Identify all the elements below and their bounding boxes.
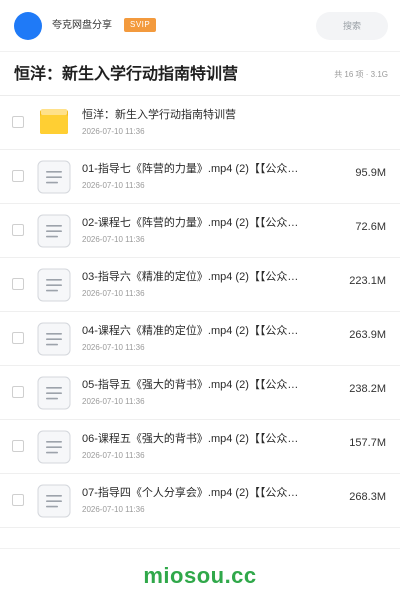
file-row[interactable]: 04-课程六《精准的定位》.mp4 (2)【【公众号：... 2026-07-10… (0, 312, 400, 366)
file-size: 223.1M (349, 275, 386, 287)
file-name[interactable]: 01-指导七《阵营的力量》.mp4 (2)【【公众号：... (82, 161, 308, 177)
watermark: miosou.cc (143, 563, 257, 588)
file-timestamp: 2026-07-10 11:36 (82, 397, 145, 406)
row-checkbox[interactable] (12, 116, 24, 128)
file-name[interactable]: 03-指导六《精准的定位》.mp4 (2)【【公众号：... (82, 269, 308, 285)
file-name[interactable]: 恒洋：新生入学行动指南特训营 (82, 107, 308, 123)
footer-divider (0, 548, 400, 549)
svip-badge: SVIP (124, 18, 157, 32)
share-page: 夸克网盘分享 SVIP 搜索 恒洋：新生入学行动指南特训营 共 16 项 · 3… (0, 0, 400, 600)
file-timestamp: 2026-07-10 11:36 (82, 127, 145, 136)
row-checkbox[interactable] (12, 278, 24, 290)
file-timestamp: 2026-07-10 11:36 (82, 343, 145, 352)
file-row[interactable]: 02-课程七《阵营的力量》.mp4 (2)【【公众号：... 2026-07-10… (0, 204, 400, 258)
row-checkbox[interactable] (12, 494, 24, 506)
file-row[interactable]: 06-课程五《强大的背书》.mp4 (2)【【公众号：... 2026-07-10… (0, 420, 400, 474)
search-input[interactable]: 搜索 (316, 12, 388, 40)
file-size: 157.7M (349, 437, 386, 449)
file-name[interactable]: 04-课程六《精准的定位》.mp4 (2)【【公众号：... (82, 323, 308, 339)
file-row[interactable]: 01-指导七《阵营的力量》.mp4 (2)【【公众号：... 2026-07-10… (0, 150, 400, 204)
title-bar: 恒洋：新生入学行动指南特训营 共 16 项 · 3.1G (0, 52, 400, 96)
row-checkbox[interactable] (12, 332, 24, 344)
share-summary: 共 16 项 · 3.1G (334, 70, 388, 79)
file-size: 263.9M (349, 329, 386, 341)
row-checkbox[interactable] (12, 386, 24, 398)
file-timestamp: 2026-07-10 11:36 (82, 505, 145, 514)
file-size: 238.2M (349, 383, 386, 395)
document-file-icon (37, 268, 71, 302)
brand-name: 夸克网盘分享 (52, 20, 112, 31)
top-bar: 夸克网盘分享 SVIP 搜索 (0, 0, 400, 52)
row-checkbox[interactable] (12, 440, 24, 452)
page-title: 恒洋：新生入学行动指南特训营 (14, 66, 239, 83)
avatar[interactable] (14, 12, 42, 40)
document-file-icon (37, 430, 71, 464)
file-size: 72.6M (355, 221, 386, 233)
file-timestamp: 2026-07-10 11:36 (82, 181, 145, 190)
file-name[interactable]: 07-指导四《个人分享会》.mp4 (2)【【公众号：... (82, 485, 308, 501)
file-name[interactable]: 05-指导五《强大的背书》.mp4 (2)【【公众号：... (82, 377, 308, 393)
folder-icon (40, 109, 68, 134)
file-row[interactable]: 07-指导四《个人分享会》.mp4 (2)【【公众号：... 2026-07-10… (0, 474, 400, 528)
document-file-icon (37, 322, 71, 356)
file-list: 恒洋：新生入学行动指南特训营 2026-07-10 11:36 01-指导七《阵营的… (0, 96, 400, 528)
row-checkbox[interactable] (12, 224, 24, 236)
file-row[interactable]: 03-指导六《精准的定位》.mp4 (2)【【公众号：... 2026-07-10… (0, 258, 400, 312)
file-timestamp: 2026-07-10 11:36 (82, 451, 145, 460)
file-timestamp: 2026-07-10 11:36 (82, 235, 145, 244)
file-size: 268.3M (349, 491, 386, 503)
document-file-icon (37, 376, 71, 410)
row-checkbox[interactable] (12, 170, 24, 182)
file-name[interactable]: 02-课程七《阵营的力量》.mp4 (2)【【公众号：... (82, 215, 308, 231)
file-timestamp: 2026-07-10 11:36 (82, 289, 145, 298)
file-row[interactable]: 05-指导五《强大的背书》.mp4 (2)【【公众号：... 2026-07-10… (0, 366, 400, 420)
document-file-icon (37, 214, 71, 248)
document-file-icon (37, 160, 71, 194)
folder-row[interactable]: 恒洋：新生入学行动指南特训营 2026-07-10 11:36 (0, 96, 400, 150)
file-size: 95.9M (355, 167, 386, 179)
document-file-icon (37, 484, 71, 518)
file-name[interactable]: 06-课程五《强大的背书》.mp4 (2)【【公众号：... (82, 431, 308, 447)
